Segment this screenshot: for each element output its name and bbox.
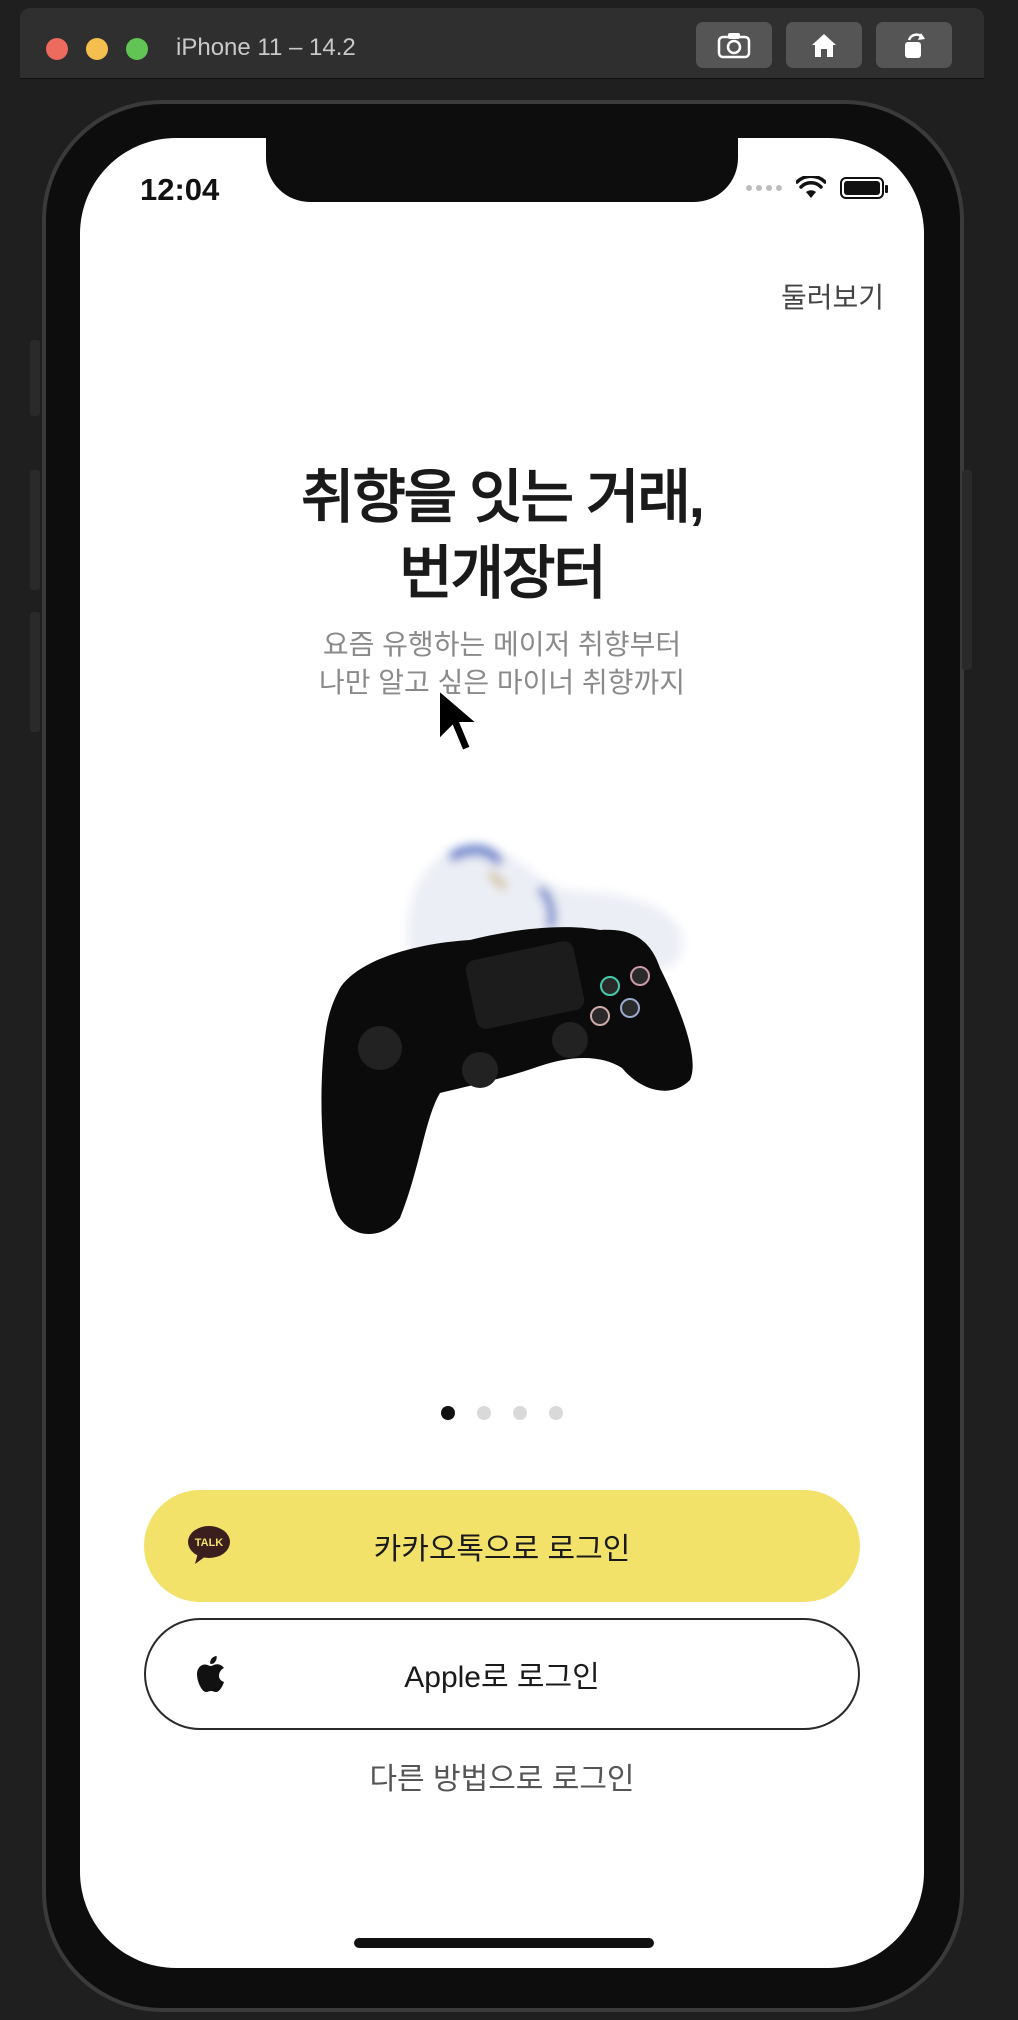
svg-text:TALK: TALK: [195, 1537, 224, 1549]
hero-subtitle-line1: 요즘 유행하는 메이저 취향부터: [322, 629, 682, 660]
signal-icon: [746, 185, 782, 191]
page-dot-4[interactable]: [549, 1406, 563, 1420]
zoom-window-button[interactable]: [126, 38, 148, 60]
wifi-icon: [796, 176, 826, 198]
hero-title-line2: 번개장터: [399, 541, 606, 606]
apple-login-label: Apple로 로그인: [404, 1661, 600, 1694]
volume-up-button: [30, 470, 40, 590]
status-icons: [746, 176, 888, 200]
hero-title-line1: 취향을 잇는 거래,: [301, 465, 705, 530]
apple-login-button[interactable]: Apple로 로그인: [144, 1618, 860, 1730]
apple-icon: [197, 1656, 224, 1692]
page-dot-2[interactable]: [477, 1406, 491, 1420]
other-login-link[interactable]: 다른 방법으로 로그인: [80, 1754, 924, 1798]
simulator-titlebar: iPhone 11 – 14.2: [20, 8, 984, 79]
kakao-login-label: 카카오톡으로 로그인: [373, 1533, 631, 1566]
battery-icon: [840, 177, 888, 199]
game-controller-illustration: [321, 927, 693, 1235]
kakaotalk-icon: TALK: [188, 1526, 230, 1564]
screenshot-button[interactable]: [696, 22, 772, 68]
page-dot-1[interactable]: [441, 1406, 455, 1420]
close-window-button[interactable]: [46, 38, 68, 60]
rotate-icon: [905, 33, 925, 58]
power-button: [962, 470, 972, 670]
minimize-window-button[interactable]: [86, 38, 108, 60]
page-dot-3[interactable]: [513, 1406, 527, 1420]
hero-title: 취향을 잇는 거래, 번개장터: [80, 460, 924, 612]
home-icon: [812, 34, 836, 57]
pagination-dots: [80, 1406, 924, 1420]
rotate-button[interactable]: [876, 22, 952, 68]
mute-switch: [30, 340, 40, 416]
hero-subtitle: 요즘 유행하는 메이저 취향부터 나만 알고 싶은 마이너 취향까지: [80, 626, 924, 702]
screenshot-icon: [717, 33, 751, 59]
browse-link[interactable]: 둘러보기: [781, 276, 884, 316]
mouse-cursor-icon: [436, 686, 484, 755]
status-time: 12:04: [140, 172, 220, 207]
simulator-title: iPhone 11 – 14.2: [176, 34, 356, 61]
home-indicator: [354, 1938, 654, 1948]
notch: [266, 138, 738, 202]
hero-image: [321, 845, 693, 1235]
home-button[interactable]: [786, 22, 862, 68]
app-screen: 12:04 둘러보기 취향을 잇는 거래, 번개장터 요즘 유행하는 메이저 취…: [80, 138, 924, 1968]
volume-down-button: [30, 612, 40, 732]
kakao-login-button[interactable]: TALK 카카오톡으로 로그인: [144, 1490, 860, 1602]
hero-subtitle-line2: 나만 알고 싶은 마이너 취향까지: [319, 667, 685, 698]
